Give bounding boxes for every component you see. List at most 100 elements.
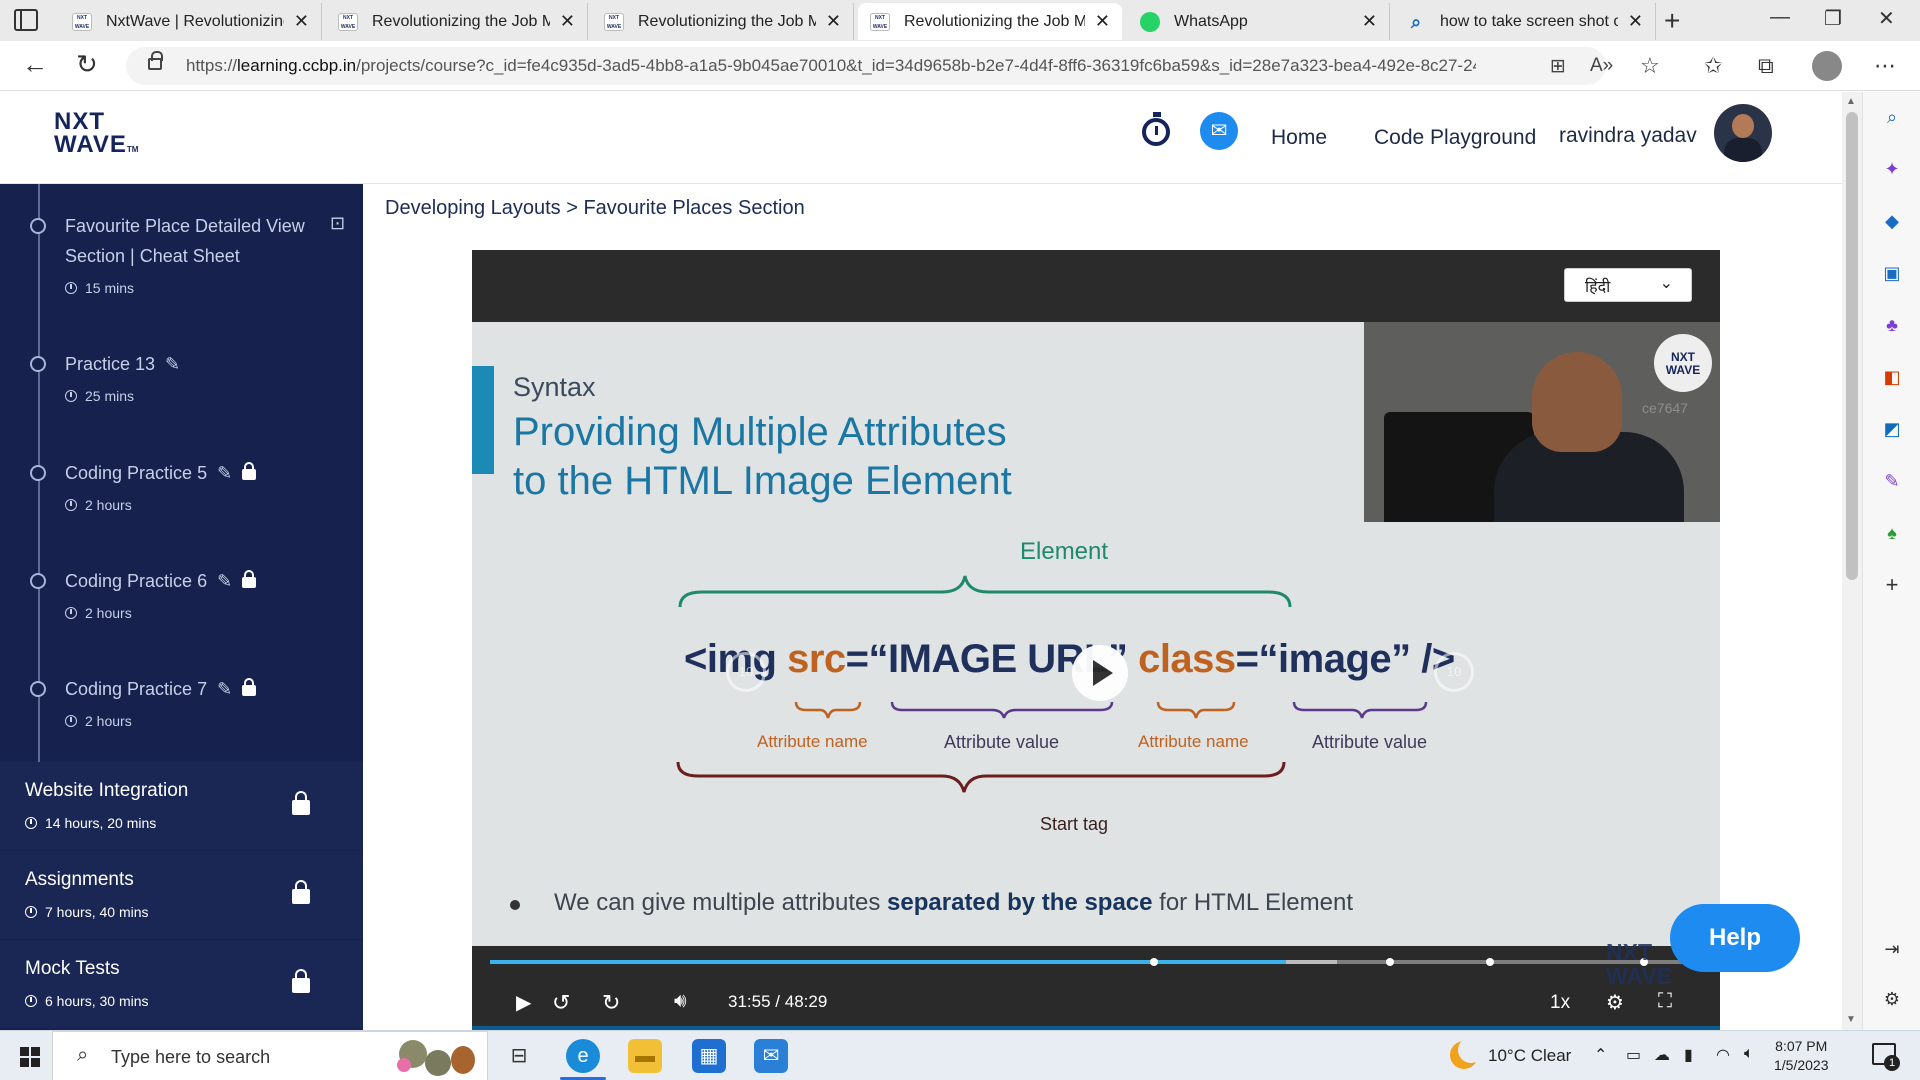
battery-icon[interactable]: ▮ xyxy=(1684,1045,1693,1065)
browser-tab-search[interactable]: ⌕ how to take screen shot on ✕ xyxy=(1394,3,1656,40)
file-explorer-icon[interactable]: ▬ xyxy=(628,1039,662,1073)
tools-icon[interactable]: ▣ xyxy=(1881,262,1903,284)
volume-icon[interactable]: 🔈︎ xyxy=(1744,1045,1754,1063)
rewind-icon[interactable]: ↺ xyxy=(552,990,570,1016)
add-icon[interactable]: + xyxy=(1881,574,1903,596)
module-item[interactable]: Coding Practice 7 ✎ 2 hours xyxy=(0,677,363,757)
refresh-icon[interactable]: ↻ xyxy=(76,49,98,80)
favorites-icon[interactable]: ✩ xyxy=(1704,53,1722,79)
new-tab-icon[interactable]: + xyxy=(1664,5,1680,37)
module-item[interactable]: Favourite Place Detailed View Section | … xyxy=(0,213,363,324)
taskbar-search-field[interactable]: ⌕ Type here to search xyxy=(52,1031,488,1080)
stopwatch-icon[interactable] xyxy=(1142,112,1170,146)
nav-code-playground-link[interactable]: Code Playground xyxy=(1374,126,1536,150)
microsoft-store-icon[interactable]: ▦ xyxy=(692,1039,726,1073)
chapter-marker[interactable] xyxy=(1386,958,1394,966)
help-button[interactable]: Help xyxy=(1670,904,1800,972)
wifi-icon[interactable]: ◠ xyxy=(1716,1045,1730,1065)
meet-now-icon[interactable]: ▭ xyxy=(1626,1045,1641,1065)
pencil-icon: ✎ xyxy=(217,463,233,483)
tab-close-icon[interactable]: ✕ xyxy=(1362,11,1377,32)
shopping-tag-icon[interactable]: ◆ xyxy=(1881,210,1903,232)
module-item[interactable]: Practice 13 ✎ 25 mins xyxy=(0,352,363,432)
illustration-blob xyxy=(425,1050,451,1076)
browser-tab-3[interactable]: NXT WAVE Revolutionizing the Job Mar ✕ xyxy=(592,3,854,40)
section-title: Mock Tests xyxy=(25,958,120,979)
fullscreen-icon[interactable]: ⛶ xyxy=(1658,990,1672,1013)
seek-handle[interactable] xyxy=(1150,958,1158,966)
chat-icon[interactable]: ✉ xyxy=(1200,112,1238,150)
tab-close-icon[interactable]: ✕ xyxy=(1628,11,1643,32)
nav-home-link[interactable]: Home xyxy=(1271,126,1327,150)
url-field[interactable]: https://learning.ccbp.in/projects/course… xyxy=(126,47,1613,85)
center-play-button[interactable] xyxy=(1072,645,1128,701)
scroll-down-arrow-icon[interactable]: ▼ xyxy=(1846,1014,1856,1025)
designer-icon[interactable]: ✎ xyxy=(1881,470,1903,492)
tab-close-icon[interactable]: ✕ xyxy=(1095,11,1110,32)
playback-speed-button[interactable]: 1x xyxy=(1550,992,1570,1014)
back-arrow-icon[interactable]: ← xyxy=(22,49,48,80)
module-item[interactable]: Coding Practice 5 ✎ 2 hours xyxy=(0,461,363,541)
search-icon[interactable]: ⌕ xyxy=(1881,106,1903,128)
more-options-icon[interactable]: ⋯ xyxy=(1874,53,1896,79)
games-icon[interactable]: ♣ xyxy=(1881,314,1903,336)
browser-tab-whatsapp[interactable]: WhatsApp ✕ xyxy=(1128,3,1390,40)
chevron-up-icon[interactable]: ⌃ xyxy=(1594,1045,1607,1065)
page-scrollbar[interactable]: ▲ ▼ xyxy=(1842,92,1862,1030)
scroll-up-arrow-icon[interactable]: ▲ xyxy=(1846,96,1856,107)
volume-icon[interactable]: 🔊︎ xyxy=(674,990,687,1013)
forward-icon[interactable]: ↻ xyxy=(602,990,620,1016)
tree-icon[interactable]: ♠ xyxy=(1881,522,1903,544)
weather-text[interactable]: 10°C Clear xyxy=(1488,1046,1571,1066)
chapter-marker[interactable] xyxy=(1486,958,1494,966)
collections-icon[interactable]: ⧉ xyxy=(1758,53,1774,79)
tab-actions-icon[interactable] xyxy=(14,9,38,31)
copilot-icon[interactable]: ✦ xyxy=(1881,158,1903,180)
user-name[interactable]: ravindra yadav xyxy=(1559,124,1697,148)
section-assignments[interactable]: Assignments 7 hours, 40 mins xyxy=(0,851,363,939)
weather-moon-icon[interactable] xyxy=(1450,1037,1484,1069)
video-player[interactable]: हिंदी ⌄ Syntax Providing Multiple Attrib… xyxy=(472,250,1720,1030)
scroll-thumb[interactable] xyxy=(1846,112,1858,580)
edge-browser-icon[interactable]: e xyxy=(566,1039,600,1073)
hide-sidebar-icon[interactable]: ⇥ xyxy=(1881,938,1903,960)
forward-10-icon[interactable]: 10 xyxy=(1434,652,1474,692)
user-avatar[interactable] xyxy=(1714,104,1772,162)
mail-icon[interactable]: ✉ xyxy=(754,1039,788,1073)
outlook-icon[interactable]: ◩ xyxy=(1881,418,1903,440)
system-clock[interactable]: 8:07 PM 1/5/2023 xyxy=(1774,1037,1829,1075)
tab-close-icon[interactable]: ✕ xyxy=(294,11,309,32)
section-website-integration[interactable]: Website Integration 14 hours, 20 mins xyxy=(0,762,363,850)
browser-tab-2[interactable]: NXT WAVE Revolutionizing the Job Mar ✕ xyxy=(326,3,588,40)
settings-icon[interactable]: ⚙ xyxy=(1606,990,1624,1015)
rewind-10-icon[interactable]: 10 xyxy=(726,652,766,692)
restore-icon[interactable]: ❐ xyxy=(1824,6,1842,31)
add-favorite-icon[interactable]: ☆ xyxy=(1640,53,1660,79)
onedrive-icon[interactable]: ☁ xyxy=(1654,1045,1670,1065)
nxtwave-logo[interactable]: NXT WAVETM xyxy=(54,110,138,161)
breadcrumb[interactable]: Developing Layouts > Favourite Places Se… xyxy=(385,197,805,220)
tab-close-icon[interactable]: ✕ xyxy=(560,11,575,32)
video-slide[interactable]: Syntax Providing Multiple Attributes to … xyxy=(472,322,1720,946)
module-status-dot xyxy=(30,218,46,234)
read-aloud-icon[interactable]: A» xyxy=(1590,55,1613,77)
browser-profile-icon[interactable] xyxy=(1812,51,1842,81)
play-icon[interactable]: ▶ xyxy=(516,990,531,1015)
language-select[interactable]: हिंदी ⌄ xyxy=(1564,268,1692,302)
settings-icon[interactable]: ⚙ xyxy=(1881,988,1903,1010)
module-item[interactable]: Coding Practice 6 ✎ 2 hours xyxy=(0,569,363,649)
browser-tab-1[interactable]: NXTWAVE NxtWave | Revolutionizing th ✕ xyxy=(60,3,322,40)
browser-tab-active[interactable]: NXT WAVE Revolutionizing the Job Mar ✕ xyxy=(858,3,1122,40)
office-icon[interactable]: ◧ xyxy=(1881,366,1903,388)
seek-bar[interactable] xyxy=(490,958,1700,966)
windows-start-icon[interactable] xyxy=(20,1047,40,1067)
minimize-icon[interactable]: — xyxy=(1770,6,1790,29)
section-mock-tests[interactable]: Mock Tests 6 hours, 30 mins xyxy=(0,940,363,1028)
close-window-icon[interactable]: ✕ xyxy=(1878,6,1895,31)
lock-icon xyxy=(242,570,257,588)
task-view-icon[interactable]: ⊟ xyxy=(502,1039,536,1073)
tab-close-icon[interactable]: ✕ xyxy=(826,11,841,32)
attr-value-brace-2 xyxy=(1292,701,1428,719)
windows-taskbar: ⌕ Type here to search ⊟ e ▬ ▦ ✉ 10°C Cle… xyxy=(0,1030,1920,1080)
app-available-icon[interactable]: ⊞ xyxy=(1550,55,1566,78)
